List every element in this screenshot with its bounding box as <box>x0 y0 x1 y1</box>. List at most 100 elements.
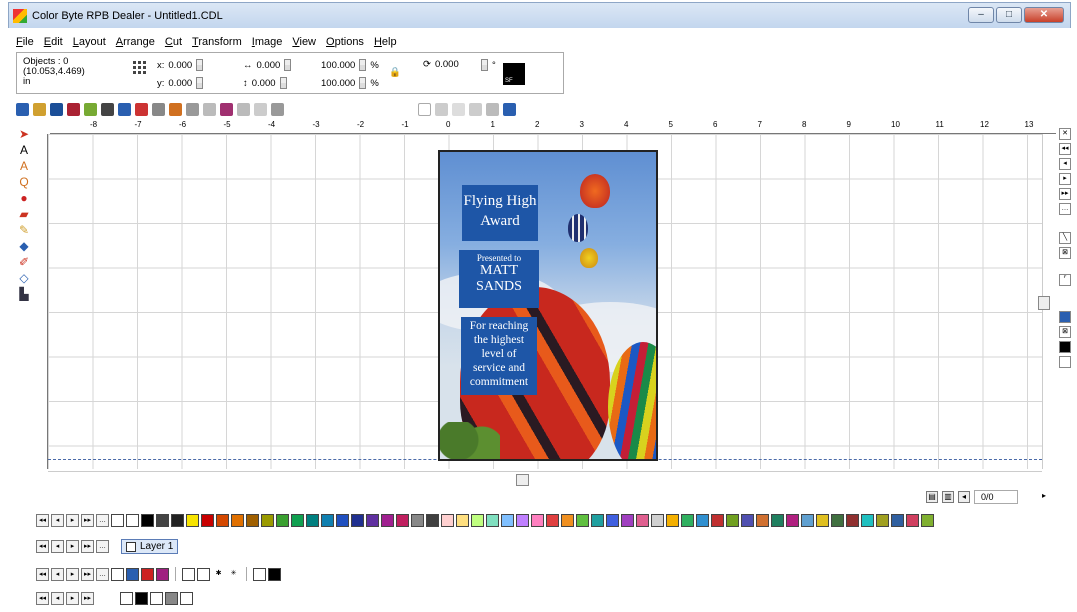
palette-color-swatch[interactable] <box>591 514 604 527</box>
layer-prev-button[interactable]: ◂ <box>51 540 64 553</box>
menu-options[interactable]: Options <box>326 36 364 48</box>
palette-color-swatch[interactable] <box>291 514 304 527</box>
palette-color-swatch[interactable] <box>351 514 364 527</box>
distribute-icon[interactable] <box>435 102 448 116</box>
palette-color-swatch[interactable] <box>846 514 859 527</box>
palette-color-swatch[interactable] <box>531 514 544 527</box>
knife-icon[interactable]: ✐ <box>18 256 31 269</box>
new-icon[interactable] <box>16 102 29 116</box>
menu-view[interactable]: View <box>292 36 316 48</box>
horizontal-scroll-thumb[interactable] <box>516 474 529 486</box>
style-last-button[interactable]: ▸▸ <box>81 567 94 581</box>
export-icon[interactable] <box>84 102 97 116</box>
x-field[interactable]: x: 0.000 <box>157 59 204 71</box>
hatch-swatch[interactable] <box>126 514 139 527</box>
palette-color-swatch[interactable] <box>306 514 319 527</box>
registration-icon[interactable]: ⊠ <box>1059 247 1071 259</box>
sf-black-icon[interactable] <box>1059 341 1071 353</box>
pattern-next-button[interactable]: ▸ <box>66 592 79 605</box>
palette-color-swatch[interactable] <box>261 514 274 527</box>
black-pattern-swatch[interactable] <box>135 592 148 605</box>
palette-color-swatch[interactable] <box>891 514 904 527</box>
palette-color-swatch[interactable] <box>666 514 679 527</box>
width-field[interactable]: ↔ 0.000 <box>243 59 292 71</box>
palette-color-swatch[interactable] <box>786 514 799 527</box>
palette-color-swatch[interactable] <box>621 514 634 527</box>
art-text-icon[interactable]: A <box>18 160 31 173</box>
horizontal-scrollbar[interactable] <box>48 471 1042 485</box>
palette-color-swatch[interactable] <box>726 514 739 527</box>
palette-color-swatch[interactable] <box>921 514 934 527</box>
order-icon[interactable] <box>254 102 267 116</box>
close-panel-icon[interactable]: ✕ <box>1059 128 1071 140</box>
red-swatch[interactable] <box>141 567 154 581</box>
zoom-icon[interactable]: Q <box>18 176 31 189</box>
import-icon[interactable] <box>67 102 80 116</box>
palette-color-swatch[interactable] <box>186 514 199 527</box>
award-title-box[interactable]: Flying High Award <box>462 185 538 241</box>
blue-swatch[interactable] <box>126 567 139 581</box>
star-outline-icon[interactable]: ✳ <box>227 568 240 581</box>
layer-checkbox[interactable] <box>126 541 136 552</box>
align-icon[interactable] <box>418 102 431 116</box>
next-page-button[interactable]: ▸ <box>1038 491 1050 503</box>
menu-help[interactable]: Help <box>374 36 397 48</box>
palette-color-swatch[interactable] <box>321 514 334 527</box>
palette-color-swatch[interactable] <box>801 514 814 527</box>
add-page-icon[interactable]: ▤ <box>926 491 938 503</box>
palette-color-swatch[interactable] <box>651 514 664 527</box>
palette-color-swatch[interactable] <box>561 514 574 527</box>
menu-arrange[interactable]: Arrange <box>116 36 155 48</box>
vertical-scroll-thumb[interactable] <box>1038 296 1050 310</box>
scale-x-spinner[interactable] <box>359 59 367 71</box>
y-field[interactable]: y: 0.000 <box>157 77 204 89</box>
scale-x-field[interactable]: 100.000% <box>321 59 379 71</box>
shape-icon[interactable]: ● <box>18 192 31 205</box>
hatch-icon[interactable]: ⊠ <box>1059 326 1071 338</box>
palette-color-swatch[interactable] <box>336 514 349 527</box>
no-fill-swatch[interactable] <box>182 567 195 581</box>
node-icon[interactable] <box>486 102 499 116</box>
weld-icon[interactable] <box>220 102 233 116</box>
magenta-swatch[interactable] <box>156 567 169 581</box>
frame-icon[interactable]: ⌜ <box>1059 274 1071 286</box>
pointer-icon[interactable]: ➤ <box>18 128 31 141</box>
height-spinner[interactable] <box>279 77 287 89</box>
rotate-field[interactable]: ⟳ 0.000 <box>423 59 459 70</box>
pattern-prev-button[interactable]: ◂ <box>51 592 64 605</box>
layer-more-button[interactable]: … <box>96 540 109 553</box>
rotate-spinner[interactable] <box>481 59 488 71</box>
palette-color-swatch[interactable] <box>411 514 424 527</box>
stamp-icon[interactable]: ▙ <box>18 288 31 301</box>
fill-tool-icon[interactable]: ◆ <box>18 240 31 253</box>
image-tool-icon[interactable]: ▰ <box>18 208 31 221</box>
eraser-icon[interactable]: ◇ <box>18 272 31 285</box>
palette-more-button[interactable]: … <box>96 514 109 527</box>
menu-image[interactable]: Image <box>252 36 283 48</box>
palette-color-swatch[interactable] <box>756 514 769 527</box>
palette-last-button[interactable]: ▸▸ <box>81 514 94 527</box>
output-icon[interactable] <box>503 102 516 116</box>
x-spinner[interactable] <box>196 59 204 71</box>
red-frame-swatch[interactable] <box>253 567 266 581</box>
palette-color-swatch[interactable] <box>636 514 649 527</box>
menu-transform[interactable]: Transform <box>192 36 242 48</box>
page-icon[interactable]: ▥ <box>942 491 954 503</box>
arrange-icon[interactable] <box>237 102 250 116</box>
sf-white-icon[interactable] <box>1059 356 1071 368</box>
anchor-grid[interactable] <box>133 61 146 74</box>
palette-color-swatch[interactable] <box>696 514 709 527</box>
undo-icon[interactable] <box>135 102 148 116</box>
mirror-icon[interactable] <box>469 102 482 116</box>
more-icon[interactable]: … <box>1059 203 1071 215</box>
layer-tab[interactable]: Layer 1 <box>121 539 179 554</box>
text-tool-icon[interactable]: A <box>18 144 31 157</box>
cut-job-icon[interactable] <box>118 102 131 116</box>
white-pattern-swatch[interactable] <box>150 592 163 605</box>
award-body-box[interactable]: For reaching the highest level of servic… <box>461 317 537 395</box>
star-icon[interactable]: ✱ <box>212 568 225 581</box>
registration-swatch[interactable] <box>197 567 210 581</box>
maximize-button[interactable]: □ <box>996 7 1022 23</box>
close-button[interactable]: ✕ <box>1024 7 1064 23</box>
no-fill-icon[interactable]: ╲ <box>1059 232 1071 244</box>
